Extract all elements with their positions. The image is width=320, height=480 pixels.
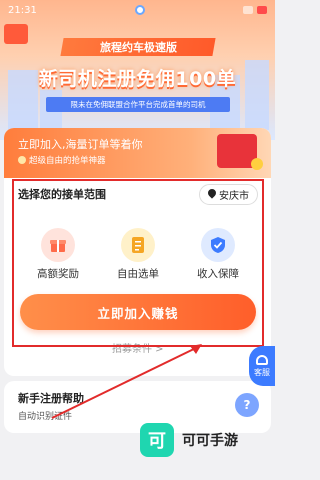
status-bar: 21:31 — [0, 0, 275, 20]
hero-note: 限未在免佣联盟合作平台完成首单的司机 — [46, 97, 230, 112]
highlight-box — [12, 179, 264, 347]
watermark: 可 可可手游 — [140, 418, 260, 462]
customer-service-button[interactable]: 客服 — [249, 346, 275, 386]
gift-box-icon — [4, 24, 28, 44]
status-icons — [242, 6, 267, 14]
headset-icon — [256, 354, 268, 365]
signal-icon — [242, 6, 253, 14]
coin-icon — [251, 158, 263, 170]
star-icon — [18, 156, 26, 164]
app-dot-icon — [134, 5, 145, 15]
hero-sub-title: 旅程约车极速版 — [60, 38, 216, 56]
hero-main-title: 新司机注册免佣100单 — [38, 68, 237, 90]
watermark-text: 可可手游 — [182, 433, 238, 449]
help-title: 新手注册帮助 — [18, 392, 84, 405]
card-header: 立即加入,海量订单等着你 超级自由的抢单神器 — [4, 128, 271, 178]
question-icon[interactable]: ? — [235, 393, 259, 417]
hero-banner: 旅程约车极速版 新司机注册免佣100单 限未在免佣联盟合作平台完成首单的司机 — [0, 0, 275, 140]
status-time: 21:31 — [8, 4, 37, 16]
notification-icon — [256, 6, 267, 14]
watermark-logo: 可 — [140, 423, 174, 457]
